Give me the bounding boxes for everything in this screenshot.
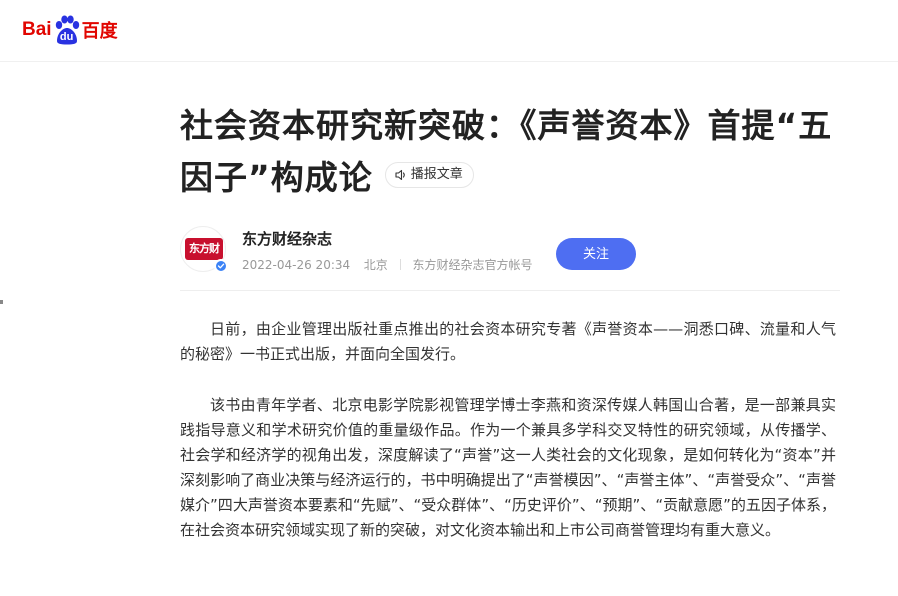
article-title: 社会资本研究新突破：《声誉资本》首提“五因子”构成论 播报文章 — [180, 100, 840, 204]
logo-du-text: du — [59, 31, 74, 43]
logo-cn-text: 百度 — [81, 21, 118, 42]
baidu-paw-icon: du — [53, 15, 81, 45]
author-avatar[interactable]: 东方财经 — [180, 226, 228, 273]
article-content: 日前，由企业管理出版社重点推出的社会资本研究专著《声誉资本——洞悉口碑、流量和人… — [180, 317, 840, 543]
account-type: 东方财经杂志官方帐号 — [412, 258, 533, 272]
publish-location: 北京 — [363, 258, 388, 272]
article-paragraph: 该书由青年学者、北京电影学院影视管理学博士李燕和资深传媒人韩国山合著，是一部兼具… — [180, 396, 836, 539]
left-edge-marker — [0, 300, 3, 304]
page: Bai du 百度 社会资本研究新突破：《声誉资本》首提“五因子”构成论 播报文章… — [0, 0, 898, 596]
author-name[interactable]: 东方财经杂志 — [242, 228, 332, 249]
meta-divider — [399, 259, 401, 270]
follow-button[interactable]: 关注 — [556, 238, 636, 270]
tts-button[interactable]: 播报文章 — [384, 161, 474, 188]
author-row: 东方财经 东方财经杂志 2022-04-26 20:34 北京 东方财经杂志官方… — [180, 224, 840, 290]
tts-label: 播报文章 — [410, 166, 463, 182]
article: 社会资本研究新突破：《声誉资本》首提“五因子”构成论播报文章 东方财经 东方财经… — [180, 100, 840, 569]
publish-datetime: 2022-04-26 20:34 — [242, 258, 351, 272]
avatar-logo: 东方财经 — [185, 238, 223, 260]
baidu-logo[interactable]: Bai du 百度 — [22, 10, 118, 50]
article-title-text: 社会资本研究新突破：《声誉资本》首提“五因子”构成论 — [180, 106, 833, 197]
speaker-icon — [395, 169, 405, 180]
top-header: Bai du 百度 — [0, 0, 898, 62]
verified-icon — [214, 259, 228, 273]
logo-bai-text: Bai — [22, 19, 52, 40]
article-meta: 2022-04-26 20:34 北京 东方财经杂志官方帐号 — [242, 256, 532, 273]
article-paragraph: 日前，由企业管理出版社重点推出的社会资本研究专著《声誉资本——洞悉口碑、流量和人… — [180, 320, 836, 363]
author-divider — [180, 290, 840, 291]
